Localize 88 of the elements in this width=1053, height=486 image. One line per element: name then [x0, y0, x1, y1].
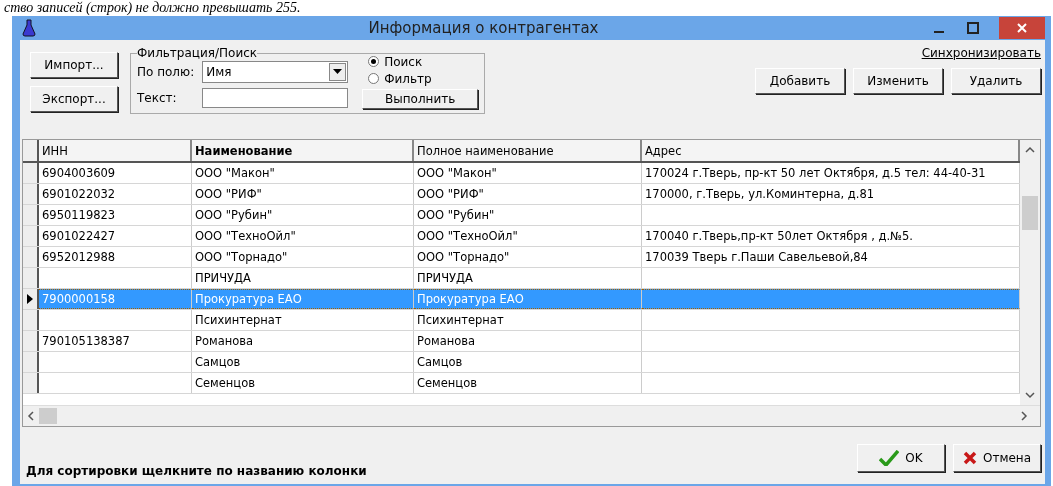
- table-cell: 6952012988: [39, 247, 192, 267]
- status-text: Для сортировки щелкните по названию колонки: [26, 464, 367, 480]
- table-cell: Самцов: [414, 352, 642, 372]
- edit-button[interactable]: Изменить: [853, 68, 943, 94]
- table-row[interactable]: 6901022427 ООО "ТехноОйл" ООО "ТехноОйл" 170040 г.Тверь,пр-кт 50лет Октября , д.№5.: [23, 226, 1020, 247]
- table-cell: ООО "Макон": [192, 163, 414, 183]
- row-indicator[interactable]: [23, 268, 39, 288]
- table-cell: 790105138387: [39, 331, 192, 351]
- table-row[interactable]: Самцов Самцов: [23, 352, 1020, 373]
- export-button[interactable]: Экспорт...: [30, 86, 118, 112]
- checkmark-icon: [879, 449, 900, 466]
- table-row[interactable]: 790105138387 Романова Романова: [23, 331, 1020, 352]
- table-cell: Самцов: [192, 352, 414, 372]
- cancel-button[interactable]: Отмена: [953, 443, 1041, 472]
- table-cell: 6950119823: [39, 205, 192, 225]
- table-cell: 7900000158: [39, 289, 192, 309]
- row-indicator[interactable]: [23, 373, 39, 393]
- table-cell: Семенцов: [414, 373, 642, 393]
- row-indicator[interactable]: [23, 205, 39, 225]
- field-dropdown[interactable]: Имя: [202, 61, 349, 83]
- row-indicator[interactable]: [23, 140, 39, 161]
- text-label: Текст:: [137, 91, 178, 105]
- table-cell: ООО "РИФ": [192, 184, 414, 204]
- table-cell: ООО "Торнадо": [192, 247, 414, 267]
- row-indicator[interactable]: [23, 331, 39, 351]
- table-cell: ООО "РИФ": [414, 184, 642, 204]
- scroll-left-icon[interactable]: [27, 411, 35, 421]
- table-cell: Прокуратура ЕАО: [414, 289, 642, 309]
- table-cell: 6901022032: [39, 184, 192, 204]
- table-cell: ООО "ТехноОйл": [192, 226, 414, 246]
- table-cell: ООО "Рубин": [192, 205, 414, 225]
- row-indicator[interactable]: [23, 352, 39, 372]
- table-row[interactable]: Психинтернат Психинтернат: [23, 310, 1020, 331]
- table-cell: ООО "ТехноОйл": [414, 226, 642, 246]
- vertical-scrollbar[interactable]: [1020, 140, 1040, 405]
- cross-icon: [962, 450, 977, 465]
- caret-icon: [333, 69, 343, 75]
- flask-icon: [22, 19, 36, 37]
- group-title: Фильтрация/Поиск: [137, 46, 258, 60]
- row-indicator[interactable]: [23, 289, 39, 309]
- table-cell: Романова: [414, 331, 642, 351]
- column-header[interactable]: ИНН: [39, 140, 192, 161]
- document-text: ство записей (строк) не должно превышать 255.: [3, 0, 301, 16]
- table-cell: 6901022427: [39, 226, 192, 246]
- add-button[interactable]: Добавить: [755, 68, 845, 94]
- table-cell: Прокуратура ЕАО: [192, 289, 414, 309]
- window-title: Информация о контрагентах: [367, 19, 600, 37]
- table-row[interactable]: 6952012988 ООО "Торнадо" ООО "Торнадо" 170039 Тверь г.Паши Савельевой,84: [23, 247, 1020, 268]
- horizontal-scrollbar[interactable]: [23, 405, 1040, 426]
- radio-option[interactable]: Фильтр: [362, 70, 479, 87]
- row-indicator[interactable]: [23, 310, 39, 330]
- maximize-icon[interactable]: [967, 22, 979, 34]
- scroll-thumb[interactable]: [1022, 195, 1038, 230]
- sync-link[interactable]: Синхронизировать: [921, 46, 1041, 60]
- table-cell: Семенцов: [192, 373, 414, 393]
- text-input-field[interactable]: [202, 88, 349, 108]
- close-icon: [1016, 22, 1028, 34]
- table-cell: 6904003609: [39, 163, 192, 183]
- radio-option[interactable]: Поиск: [362, 54, 479, 70]
- row-indicator[interactable]: [23, 247, 39, 267]
- row-indicator[interactable]: [23, 184, 39, 204]
- import-button[interactable]: Импорт...: [30, 52, 118, 78]
- row-pointer-icon: [27, 294, 33, 304]
- column-header[interactable]: Наименование: [192, 140, 414, 161]
- close-button[interactable]: [999, 17, 1045, 39]
- table-cell: ООО "Торнадо": [414, 247, 642, 267]
- table-cell: Психинтернат: [192, 310, 414, 330]
- run-button[interactable]: Выполнить: [362, 89, 479, 109]
- table-row[interactable]: 6904003609 ООО "Макон" ООО "Макон" 170024 г.Тверь, пр-кт 50 лет Октября, д.5 тел: 44-40-31: [23, 163, 1020, 184]
- scroll-thumb[interactable]: [39, 408, 57, 424]
- table-row[interactable]: 6950119823 ООО "Рубин" ООО "Рубин": [23, 205, 1020, 226]
- row-indicator[interactable]: [23, 226, 39, 246]
- ok-button[interactable]: OK: [857, 443, 945, 472]
- column-header[interactable]: Полное наименование: [414, 140, 642, 161]
- table-cell: Романова: [192, 331, 414, 351]
- table-cell: Психинтернат: [414, 310, 642, 330]
- table-cell: ПРИЧУДА: [192, 268, 414, 288]
- scroll-right-icon[interactable]: [1020, 411, 1028, 421]
- table-cell: ПРИЧУДА: [414, 268, 642, 288]
- table-row[interactable]: Семенцов Семенцов: [23, 373, 1020, 394]
- scroll-down-icon[interactable]: [1025, 391, 1035, 399]
- delete-button[interactable]: Удалить: [951, 68, 1041, 94]
- scroll-up-icon[interactable]: [1025, 146, 1035, 154]
- table-cell: ООО "Рубин": [414, 205, 642, 225]
- table-cell: ООО "Макон": [414, 163, 642, 183]
- table-row[interactable]: 6901022032 ООО "РИФ" ООО "РИФ" 170000, г.Тверь, ул.Коминтерна, д.81: [23, 184, 1020, 205]
- field-label: По полю:: [137, 65, 195, 79]
- row-indicator[interactable]: [23, 163, 39, 183]
